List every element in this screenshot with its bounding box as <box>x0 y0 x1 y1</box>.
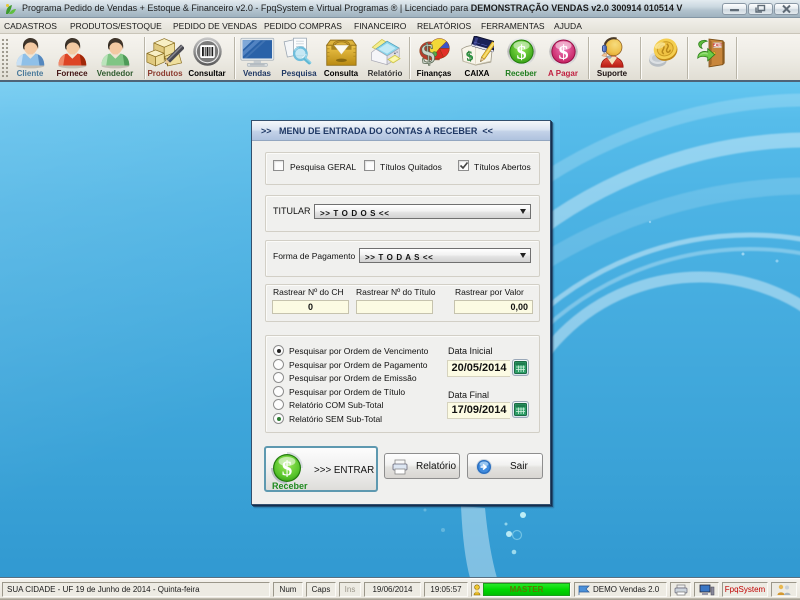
svg-text:$: $ <box>282 457 293 481</box>
svg-text:$: $ <box>516 42 526 64</box>
svg-text:EXIT: EXIT <box>712 43 722 48</box>
svg-text:$: $ <box>558 42 568 64</box>
